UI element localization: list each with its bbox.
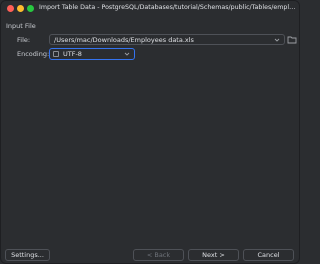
close-window-button[interactable] [7, 5, 14, 12]
settings-button[interactable]: Settings... [5, 249, 50, 261]
maximize-window-button[interactable] [27, 5, 34, 12]
import-dialog-window: Import Table Data - PostgreSQL/Databases… [0, 0, 300, 264]
encoding-select[interactable]: UTF-8 [49, 48, 135, 60]
folder-icon[interactable] [287, 35, 297, 44]
back-button[interactable]: < Back [133, 249, 184, 261]
cancel-button[interactable]: Cancel [243, 249, 294, 261]
file-label: File: [17, 36, 31, 44]
encoding-doc-icon [53, 51, 59, 57]
next-button[interactable]: Next > [188, 249, 239, 261]
window-title: Import Table Data - PostgreSQL/Databases… [39, 4, 297, 11]
chevron-down-icon [124, 52, 130, 56]
title-bar: Import Table Data - PostgreSQL/Databases… [1, 1, 299, 17]
file-path-value: /Users/mac/Downloads/Employees data.xls [54, 36, 194, 44]
encoding-value: UTF-8 [63, 50, 82, 58]
chevron-down-icon[interactable] [273, 36, 281, 44]
encoding-label: Encoding: [17, 50, 50, 58]
input-file-section-label: Input File [6, 22, 36, 30]
minimize-window-button[interactable] [17, 5, 24, 12]
file-path-combobox[interactable]: /Users/mac/Downloads/Employees data.xls [49, 34, 285, 45]
